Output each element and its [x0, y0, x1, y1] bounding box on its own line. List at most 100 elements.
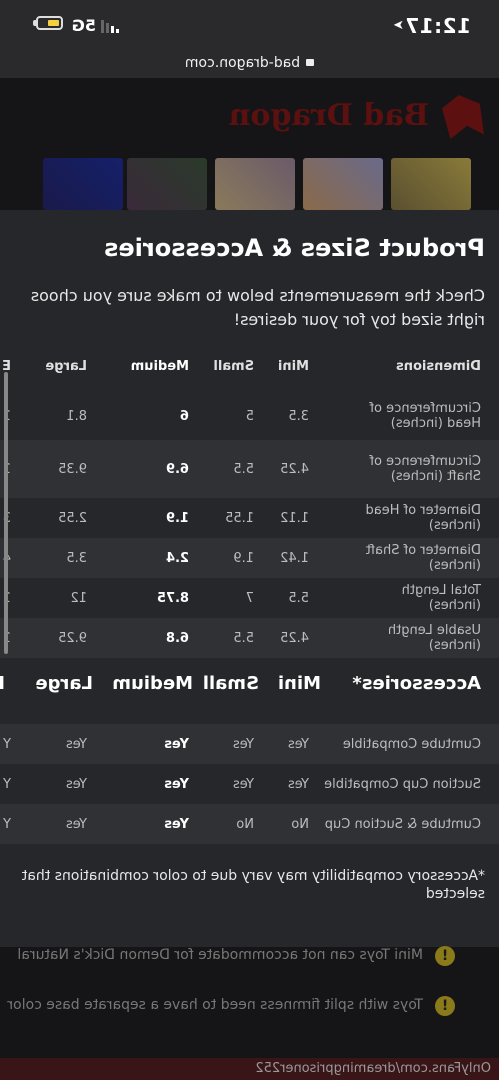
warning-icon: !: [435, 996, 455, 1016]
table-row: Circumference of Shaft (inches) 4.25 5.5…: [0, 440, 499, 498]
status-bar: 12:17 ➤ 5G: [0, 0, 499, 52]
cell-small: 5.5: [233, 630, 254, 646]
header-dimensions: Dimensions: [396, 358, 481, 374]
cell-mini: No: [291, 816, 309, 832]
cell-large: Yes: [66, 816, 87, 832]
cell-xl: Y: [3, 816, 11, 832]
cell-large: 2.55: [58, 510, 87, 526]
cell-small: 5: [245, 408, 254, 424]
cell-medium: 6.8: [165, 630, 189, 646]
cell-mini: 1.12: [280, 510, 309, 526]
table-header: Dimensions Mini Small Medium Large E: [0, 348, 499, 384]
url-bar[interactable]: bad-dragon.com: [0, 52, 499, 78]
accessory-footnote: *Accessory compatibility may vary due to…: [22, 867, 485, 903]
cell-medium: Yes: [164, 776, 189, 792]
notice-text: Mini Toys can not accommodate for Demon …: [17, 947, 423, 963]
row-label: Cumtube & Suction Cup: [324, 816, 481, 832]
banner-text: OnlyFans.com/dreamingprisoner252: [255, 1061, 491, 1076]
cell-small: 1.9: [233, 550, 254, 566]
cell-medium: 6.9: [165, 461, 189, 477]
header-small: Small: [202, 672, 259, 694]
battery-tip: [33, 20, 36, 26]
table-scrollbar[interactable]: [4, 372, 8, 654]
warning-icon: !: [435, 946, 455, 966]
table-row: Cumtube & Suction Cup No No Yes Yes Y: [0, 804, 499, 844]
table-row: Cumtube Compatible Yes Yes Yes Yes Y: [0, 724, 499, 764]
color-swatch[interactable]: [303, 158, 383, 210]
cell-mini: Yes: [288, 736, 309, 752]
cell-small: Yes: [233, 776, 254, 792]
modal-intro: Check the measurements below to make sur…: [31, 284, 485, 332]
table-row: Usable Length (inches) 4.25 5.5 6.8 9.25…: [0, 618, 499, 658]
cell-medium: 8.75: [156, 590, 189, 606]
row-label: Diameter of Head (inches): [365, 503, 481, 533]
header-large: Large: [35, 672, 93, 694]
row-label: Cumtube Compatible: [342, 736, 481, 752]
size-modal: Product Sizes & Accessories Check the me…: [0, 210, 499, 947]
cell-medium: 2.4: [165, 550, 189, 566]
signal-icon: [101, 20, 119, 33]
cell-xl: Y: [3, 736, 11, 752]
table-row: Diameter of Head (inches) 1.12 1.55 1.9 …: [0, 498, 499, 538]
notice-text: Toys with split firmness need to have a …: [7, 997, 423, 1013]
cell-small: 7: [245, 590, 254, 606]
footnote-line: selected: [425, 886, 485, 902]
cell-small: 1.55: [225, 510, 254, 526]
color-swatch[interactable]: [43, 158, 123, 210]
header-xl: E: [0, 673, 5, 694]
battery-icon: [36, 16, 63, 30]
cell-large: 8.1: [66, 408, 87, 424]
footnote-line: *Accessory compatibility may vary due to…: [21, 868, 485, 884]
cell-small: 5.5: [233, 461, 254, 477]
table-row: Suction Cup Compatible Yes Yes Yes Yes Y: [0, 764, 499, 804]
row-label: Suction Cup Compatible: [324, 776, 481, 792]
cell-mini: 4.25: [280, 630, 309, 646]
notice-mini-toys: ! Mini Toys can not accommodate for Demo…: [0, 940, 499, 972]
cell-large: 9.25: [58, 630, 87, 646]
table-row: Diameter of Shaft (inches) 1.42 1.9 2.4 …: [0, 538, 499, 578]
url-text: bad-dragon.com: [184, 55, 301, 71]
notice-split-firmness: ! Toys with split firmness need to have …: [0, 990, 499, 1022]
lock-icon: [306, 58, 315, 66]
table-header: Accessories* Mini Small Medium Large E: [0, 662, 499, 704]
color-swatch[interactable]: [215, 158, 295, 210]
cell-mini: 4.25: [280, 461, 309, 477]
cell-medium: Yes: [164, 736, 189, 752]
cell-large: Yes: [66, 736, 87, 752]
cell-small: No: [236, 816, 254, 832]
clock: 12:17: [404, 14, 471, 38]
site-logo-text: Bad Dragon: [228, 98, 429, 133]
cell-mini: Yes: [288, 776, 309, 792]
header-medium: Medium: [130, 358, 189, 374]
screen: 12:17 ➤ 5G bad-dragon.com Bad Dragon Pro…: [0, 0, 499, 1080]
cell-xl: Y: [3, 776, 11, 792]
cell-large: 3.5: [66, 550, 87, 566]
header-medium: Medium: [112, 672, 193, 694]
row-label: Usable Length (inches): [387, 623, 481, 653]
location-arrow-icon: ➤: [393, 18, 404, 33]
table-row: Total Length (inches) 5.5 7 8.75 12 1: [0, 578, 499, 618]
intro-line: Check the measurements below to make sur…: [30, 286, 485, 305]
network-type: 5G: [71, 16, 96, 35]
intro-line: right sized toy for your desires!: [233, 310, 485, 329]
row-label: Diameter of Shaft (inches): [365, 543, 481, 573]
cell-mini: 3.5: [288, 408, 309, 424]
color-swatch[interactable]: [127, 158, 207, 210]
table-row: Circumference of Head (inches) 3.5 5 6 8…: [0, 392, 499, 440]
header-mini: Mini: [277, 358, 309, 374]
cell-large: 9.35: [58, 461, 87, 477]
row-label: Circumference of Shaft (inches): [369, 454, 481, 484]
cell-medium: 6: [179, 408, 189, 424]
cell-large: Yes: [66, 776, 87, 792]
cell-large: 12: [70, 590, 87, 606]
watermark-banner: OnlyFans.com/dreamingprisoner252: [0, 1058, 499, 1080]
cell-medium: Yes: [164, 816, 189, 832]
cell-medium: 1.9: [165, 510, 189, 526]
header-small: Small: [213, 358, 254, 374]
row-label: Circumference of Head (inches): [369, 401, 481, 431]
cell-mini: 5.5: [288, 590, 309, 606]
cell-small: Yes: [233, 736, 254, 752]
header-mini: Mini: [277, 672, 321, 694]
header-large: Large: [45, 358, 87, 374]
color-swatch[interactable]: [391, 158, 471, 210]
